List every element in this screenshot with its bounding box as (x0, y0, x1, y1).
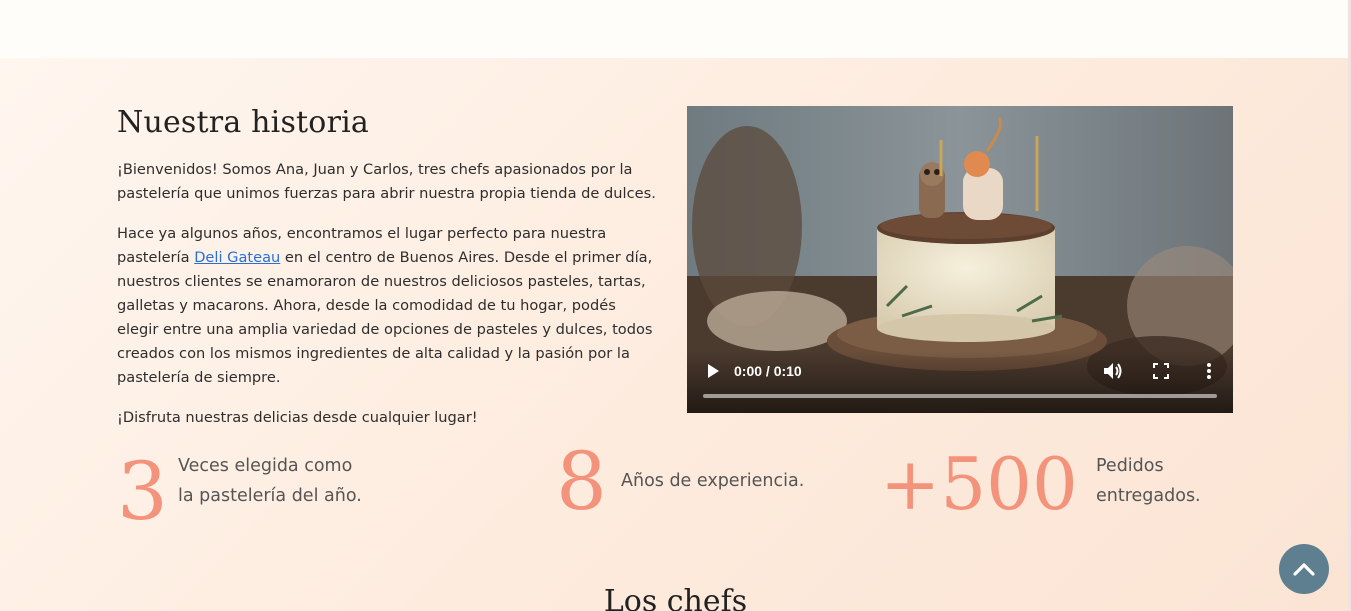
stat-number-orders: +500 (880, 442, 1078, 526)
stat-label-orders: Pedidos entregados. (1096, 451, 1201, 511)
stat-label-line-2: la pastelería del año. (178, 486, 362, 506)
history-title: Nuestra historia (117, 105, 369, 140)
play-icon[interactable] (705, 363, 721, 379)
stat-label-experience: Años de experiencia. (621, 466, 804, 496)
cake-video-player[interactable]: 0:00 / 0:10 (687, 106, 1233, 413)
stat-number-experience: 8 (556, 435, 607, 528)
stat-label-line-1: Pedidos (1096, 456, 1164, 476)
deli-gateau-link[interactable]: Deli Gateau (194, 249, 280, 266)
stat-label-line-1: Años de experiencia. (621, 471, 805, 491)
video-time: 0:00 / 0:10 (734, 363, 802, 379)
video-controls-bar: 0:00 / 0:10 (687, 351, 1233, 413)
chefs-section-title: Los chefs (603, 584, 748, 611)
history-paragraph-1: ¡Bienvenidos! Somos Ana, Juan y Carlos, … (117, 161, 656, 202)
history-paragraph-2-end: en el centro de Buenos Aires. Desde el p… (117, 249, 653, 386)
chevron-up-icon (1293, 563, 1315, 576)
stat-label-years-chosen: Veces elegida como la pastelería del año… (178, 451, 362, 511)
top-header-area (0, 0, 1351, 58)
video-progress-bar[interactable] (703, 394, 1217, 398)
fullscreen-icon[interactable] (1153, 363, 1169, 379)
stat-label-line-1: Veces elegida como (178, 456, 353, 476)
scroll-to-top-button[interactable] (1279, 544, 1329, 594)
stat-label-line-2: entregados. (1096, 486, 1201, 506)
history-text-block: Nuestra historia ¡Bienvenidos! Somos Ana… (117, 106, 657, 446)
volume-icon[interactable] (1103, 362, 1123, 380)
stat-number-years-chosen: 3 (117, 445, 168, 538)
history-paragraph-2: Hace ya algunos años, encontramos el lug… (117, 222, 657, 390)
more-options-icon[interactable] (1201, 362, 1217, 380)
history-paragraph-3: ¡Disfruta nuestras delicias desde cualqu… (117, 409, 478, 426)
